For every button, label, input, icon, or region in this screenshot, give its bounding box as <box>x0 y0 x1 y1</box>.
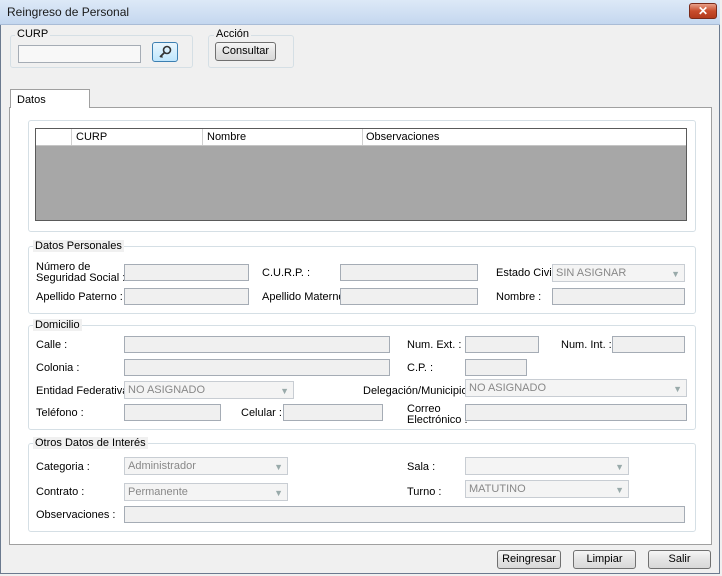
estado-civil-label: Estado Civil : <box>496 267 561 279</box>
action-legend: Acción <box>214 28 252 40</box>
chevron-down-icon: ▼ <box>274 488 283 498</box>
observaciones-input[interactable] <box>124 506 685 523</box>
nombre-label: Nombre : <box>496 291 542 303</box>
num-int-input[interactable] <box>612 336 685 353</box>
num-ext-input[interactable] <box>465 336 539 353</box>
tab-join <box>11 106 89 109</box>
grid-header: CURP Nombre Observaciones <box>36 129 686 146</box>
close-button[interactable]: ✕ <box>689 3 717 19</box>
num-int-label: Num. Int. : <box>561 339 612 351</box>
close-icon: ✕ <box>697 4 709 18</box>
search-key-icon <box>159 45 172 58</box>
apellido-materno-label: Apellido Materno : <box>262 291 351 303</box>
nombre-input[interactable] <box>552 288 685 305</box>
limpiar-button[interactable]: Limpiar <box>573 550 636 569</box>
turno-select[interactable]: MATUTINO ▼ <box>465 480 629 498</box>
curp-search-legend: CURP <box>15 28 51 40</box>
celular-input[interactable] <box>283 404 383 421</box>
chevron-down-icon: ▼ <box>280 386 289 396</box>
telefono-label: Teléfono : <box>36 407 84 419</box>
apellido-paterno-label: Apellido Paterno : <box>36 291 123 303</box>
chevron-down-icon: ▼ <box>615 485 624 495</box>
reingresar-button[interactable]: Reingresar <box>497 550 561 569</box>
apellido-materno-input[interactable] <box>340 288 478 305</box>
contrato-select[interactable]: Permanente ▼ <box>124 483 288 501</box>
cp-label: C.P. : <box>407 362 434 374</box>
chevron-down-icon: ▼ <box>615 462 624 472</box>
grid-column-nombre[interactable]: Nombre <box>207 131 246 143</box>
datos-personales-legend: Datos Personales <box>33 240 124 252</box>
personnel-grid[interactable]: CURP Nombre Observaciones <box>35 128 687 221</box>
curp-label: C.U.R.P. : <box>262 267 311 279</box>
title-bar[interactable]: Reingreso de Personal ✕ <box>0 0 720 25</box>
correo-label-line2: Electrónico : <box>407 414 468 426</box>
sala-label: Sala : <box>407 461 436 473</box>
correo-input[interactable] <box>465 404 687 421</box>
entidad-label: Entidad Federativa : <box>36 385 135 397</box>
contrato-label: Contrato : <box>36 486 85 498</box>
estado-civil-select[interactable]: SIN ASIGNAR ▼ <box>552 264 685 282</box>
search-button[interactable] <box>152 42 178 62</box>
delegacion-select[interactable]: NO ASIGNADO ▼ <box>465 379 687 397</box>
salir-button[interactable]: Salir <box>648 550 711 569</box>
categoria-select[interactable]: Administrador ▼ <box>124 457 288 475</box>
consultar-button[interactable]: Consultar <box>215 42 276 61</box>
calle-input[interactable] <box>124 336 390 353</box>
telefono-input[interactable] <box>124 404 221 421</box>
window-title: Reingreso de Personal <box>7 5 130 19</box>
nss-label-line2: Seguridad Social : <box>36 272 126 284</box>
chevron-down-icon: ▼ <box>673 384 682 394</box>
num-ext-label: Num. Ext. : <box>407 339 462 351</box>
domicilio-legend: Domicilio <box>33 319 82 331</box>
celular-label: Celular : <box>241 407 282 419</box>
grid-column-curp[interactable]: CURP <box>76 131 107 143</box>
entidad-select[interactable]: NO ASIGNADO ▼ <box>124 381 294 399</box>
delegacion-label: Delegación/Municipio : <box>363 385 474 397</box>
sala-select[interactable]: ▼ <box>465 457 629 475</box>
categoria-label: Categoria : <box>36 461 90 473</box>
observaciones-label: Observaciones : <box>36 509 116 521</box>
curp-search-input[interactable] <box>18 45 141 63</box>
curp-input[interactable] <box>340 264 478 281</box>
chevron-down-icon: ▼ <box>274 462 283 472</box>
colonia-input[interactable] <box>124 359 390 376</box>
nss-input[interactable] <box>124 264 249 281</box>
colonia-label: Colonia : <box>36 362 80 374</box>
apellido-paterno-input[interactable] <box>124 288 249 305</box>
cp-input[interactable] <box>465 359 527 376</box>
calle-label: Calle : <box>36 339 68 351</box>
otros-datos-legend: Otros Datos de Interés <box>33 437 148 449</box>
chevron-down-icon: ▼ <box>671 269 680 279</box>
grid-column-observaciones[interactable]: Observaciones <box>366 131 439 143</box>
turno-label: Turno : <box>407 486 442 498</box>
